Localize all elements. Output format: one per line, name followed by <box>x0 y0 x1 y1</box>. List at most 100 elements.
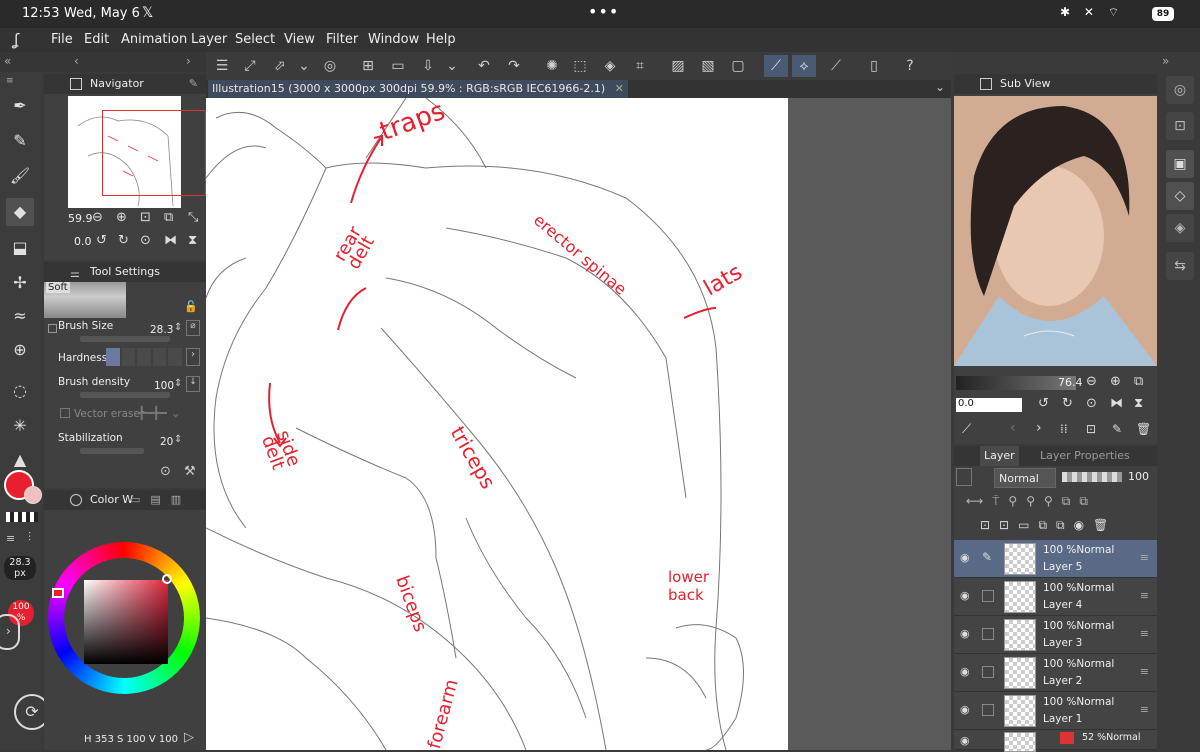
visibility-eye-icon[interactable]: ◉ <box>960 703 970 716</box>
stack-icon[interactable]: ◈ <box>1166 214 1194 242</box>
navigator-toggle-icon[interactable]: ◎ <box>1166 76 1194 104</box>
collapse-left-icon[interactable]: « <box>4 54 11 68</box>
grip-icon[interactable]: ≡ <box>6 76 14 86</box>
layer-menu-icon[interactable]: ≡ <box>1140 627 1149 640</box>
menu-window[interactable]: Window <box>368 32 419 47</box>
brush-size-link-icon[interactable] <box>48 324 57 333</box>
special-ruler-snap-icon[interactable]: ⟡ <box>792 55 816 77</box>
reset-settings-icon[interactable]: ⊙ <box>160 464 171 479</box>
layer-checkbox[interactable] <box>982 704 994 716</box>
rotate-right-icon[interactable]: ↻ <box>118 233 129 248</box>
stabilization-slider[interactable] <box>80 448 144 454</box>
pencil-tool-icon[interactable]: ✎ <box>6 127 34 155</box>
fit-icon[interactable]: ⊡ <box>140 210 151 225</box>
rotate-left-icon[interactable]: ↺ <box>96 233 107 248</box>
grid-snap-icon[interactable]: ⟋ <box>824 55 848 77</box>
ruler-snap-icon[interactable]: ⟋ <box>764 55 788 77</box>
clear-selection-icon[interactable]: ▨ <box>666 55 690 77</box>
smartphone-icon[interactable]: ▯ <box>862 55 886 77</box>
blend-tool-icon[interactable]: ≈ <box>6 302 34 330</box>
edit-icon[interactable]: ✎ <box>189 74 198 94</box>
transform-icon[interactable]: ⬀ <box>268 55 292 77</box>
eyedropper-icon[interactable]: ⟋ <box>962 422 971 437</box>
actual-size-icon[interactable]: ⤡ <box>188 210 198 225</box>
density-pressure-icon[interactable]: ↓ <box>186 376 200 392</box>
layer-row-reference[interactable]: ◉ 52 %Normal <box>954 730 1157 752</box>
camera-icon[interactable]: ⊡ <box>1166 112 1194 140</box>
visibility-eye-icon[interactable]: ◉ <box>960 589 970 602</box>
stepper-icon[interactable]: ⇕ <box>174 322 182 333</box>
tab-dropdown-icon[interactable]: ⌄ <box>935 80 945 94</box>
brush-size-slider[interactable] <box>80 336 170 342</box>
pen-tool-icon[interactable]: ✒ <box>6 92 34 120</box>
subview-zoom-out-icon[interactable]: ⊖ <box>1086 374 1097 389</box>
expand-icon[interactable]: › <box>186 54 191 68</box>
zoom-out-icon[interactable]: ⊖ <box>92 210 103 225</box>
visibility-eye-icon[interactable]: ◉ <box>960 551 970 564</box>
move-tool-icon[interactable]: ✢ <box>6 269 34 297</box>
subview-toggle-icon[interactable]: ▣ <box>1166 150 1194 178</box>
undo-icon[interactable]: ↶ <box>472 55 496 77</box>
opacity-slider[interactable] <box>1062 472 1122 482</box>
selection-icon[interactable]: ⬚ <box>568 55 592 77</box>
menu-edit[interactable]: Edit <box>84 32 109 47</box>
color-options-icon[interactable]: ▷ <box>184 730 194 745</box>
vector-eraser-options[interactable]: ╋━╋━ ⌄ <box>138 406 181 420</box>
reset-rotation-icon[interactable]: ⊙ <box>140 233 151 248</box>
flip-vertical-icon[interactable]: ⧗ <box>188 233 197 248</box>
brush-preview[interactable]: Soft <box>44 282 126 318</box>
brush-density-slider[interactable] <box>80 392 170 398</box>
layer-checkbox[interactable] <box>982 666 994 678</box>
sv-handle[interactable] <box>162 574 172 584</box>
brush-density-value[interactable]: 100 <box>154 380 174 392</box>
pressure-icon[interactable]: ⌀ <box>186 320 200 336</box>
fill-tool-icon[interactable]: ⬓ <box>6 234 34 262</box>
sync-icon[interactable]: ⇆ <box>1166 252 1194 280</box>
menu-layer[interactable]: Layer <box>191 32 227 47</box>
redo-icon[interactable]: ↷ <box>502 55 526 77</box>
subview-edit-icon[interactable]: ✎ <box>1112 422 1122 436</box>
hamburger-menu-icon[interactable]: ☰ <box>210 55 234 77</box>
subview-zoom-in-icon[interactable]: ⊕ <box>1110 374 1121 389</box>
layer-toolbar-row-1[interactable]: ⟷⍑⚲⚲⚲⧉⧉ <box>966 494 1097 509</box>
opacity-value[interactable]: 100 <box>1128 470 1149 483</box>
side-handle[interactable]: › <box>0 614 20 650</box>
blend-mode-select[interactable]: Normal <box>994 468 1056 488</box>
layer-menu-icon[interactable]: ≡ <box>1140 551 1149 564</box>
layer-checkbox[interactable] <box>982 628 994 640</box>
menu-select[interactable]: Select <box>235 32 275 47</box>
brush-size-indicator[interactable]: 28.3 px <box>4 556 36 580</box>
sliders-icon[interactable]: ⫶ <box>28 530 31 545</box>
invert-selection-icon[interactable]: ▧ <box>696 55 720 77</box>
crop-icon[interactable]: ⌗ <box>628 55 652 77</box>
collapse-left-icon-2[interactable]: ‹ <box>74 54 79 68</box>
grip-icon-2[interactable]: ≡ <box>6 532 15 545</box>
reference-image[interactable] <box>954 96 1157 366</box>
layer-row-2[interactable]: ◉ 100 %Normal Layer 2 ≡ <box>954 654 1157 692</box>
subview-fit-icon[interactable]: ⧉ <box>1134 374 1143 389</box>
visibility-eye-icon[interactable]: ◉ <box>960 734 970 747</box>
sub-color-swatch[interactable] <box>24 486 42 504</box>
csp-logo-icon[interactable]: ʆ <box>14 30 19 49</box>
subview-delete-icon[interactable]: 🗑 <box>1136 422 1151 436</box>
subview-import-icon[interactable]: ⊡ <box>1086 422 1096 436</box>
brush-size-value[interactable]: 28.3 <box>150 324 173 336</box>
subview-flip-v-icon[interactable]: ⧗ <box>1134 396 1143 411</box>
save-icon[interactable]: ⇩ <box>416 55 440 77</box>
subview-rotate-right-icon[interactable]: ↻ <box>1062 396 1073 411</box>
canvas-size-icon[interactable]: ⤢ <box>238 55 262 77</box>
eraser-tool-icon[interactable]: ◆ <box>6 198 34 226</box>
layer-row-1[interactable]: ◉ 100 %Normal Layer 1 ≡ <box>954 692 1157 730</box>
magic-wand-tool-icon[interactable]: ✳ <box>6 412 34 440</box>
visibility-eye-icon[interactable]: ◉ <box>960 627 970 640</box>
canvas-paper[interactable]: traps erector spinae rear delt lats side… <box>206 98 788 750</box>
subview-prev-icon[interactable]: ‹ <box>1010 420 1016 436</box>
subview-grid-icon[interactable]: ⁞⁞ <box>1060 422 1068 436</box>
layer-toolbar-row-2[interactable]: ⊡⊡▭⧉⧉◉🗑 <box>980 518 1117 533</box>
transparent-color-icon[interactable] <box>6 512 38 522</box>
transform-tool-icon[interactable]: ⊕ <box>6 336 34 364</box>
stabilization-stepper-icon[interactable]: ⇕ <box>174 434 182 445</box>
layer-menu-icon[interactable]: ≡ <box>1140 665 1149 678</box>
wrench-icon[interactable]: ⚒ <box>184 464 196 479</box>
close-tab-icon[interactable]: ✕ <box>615 82 624 95</box>
